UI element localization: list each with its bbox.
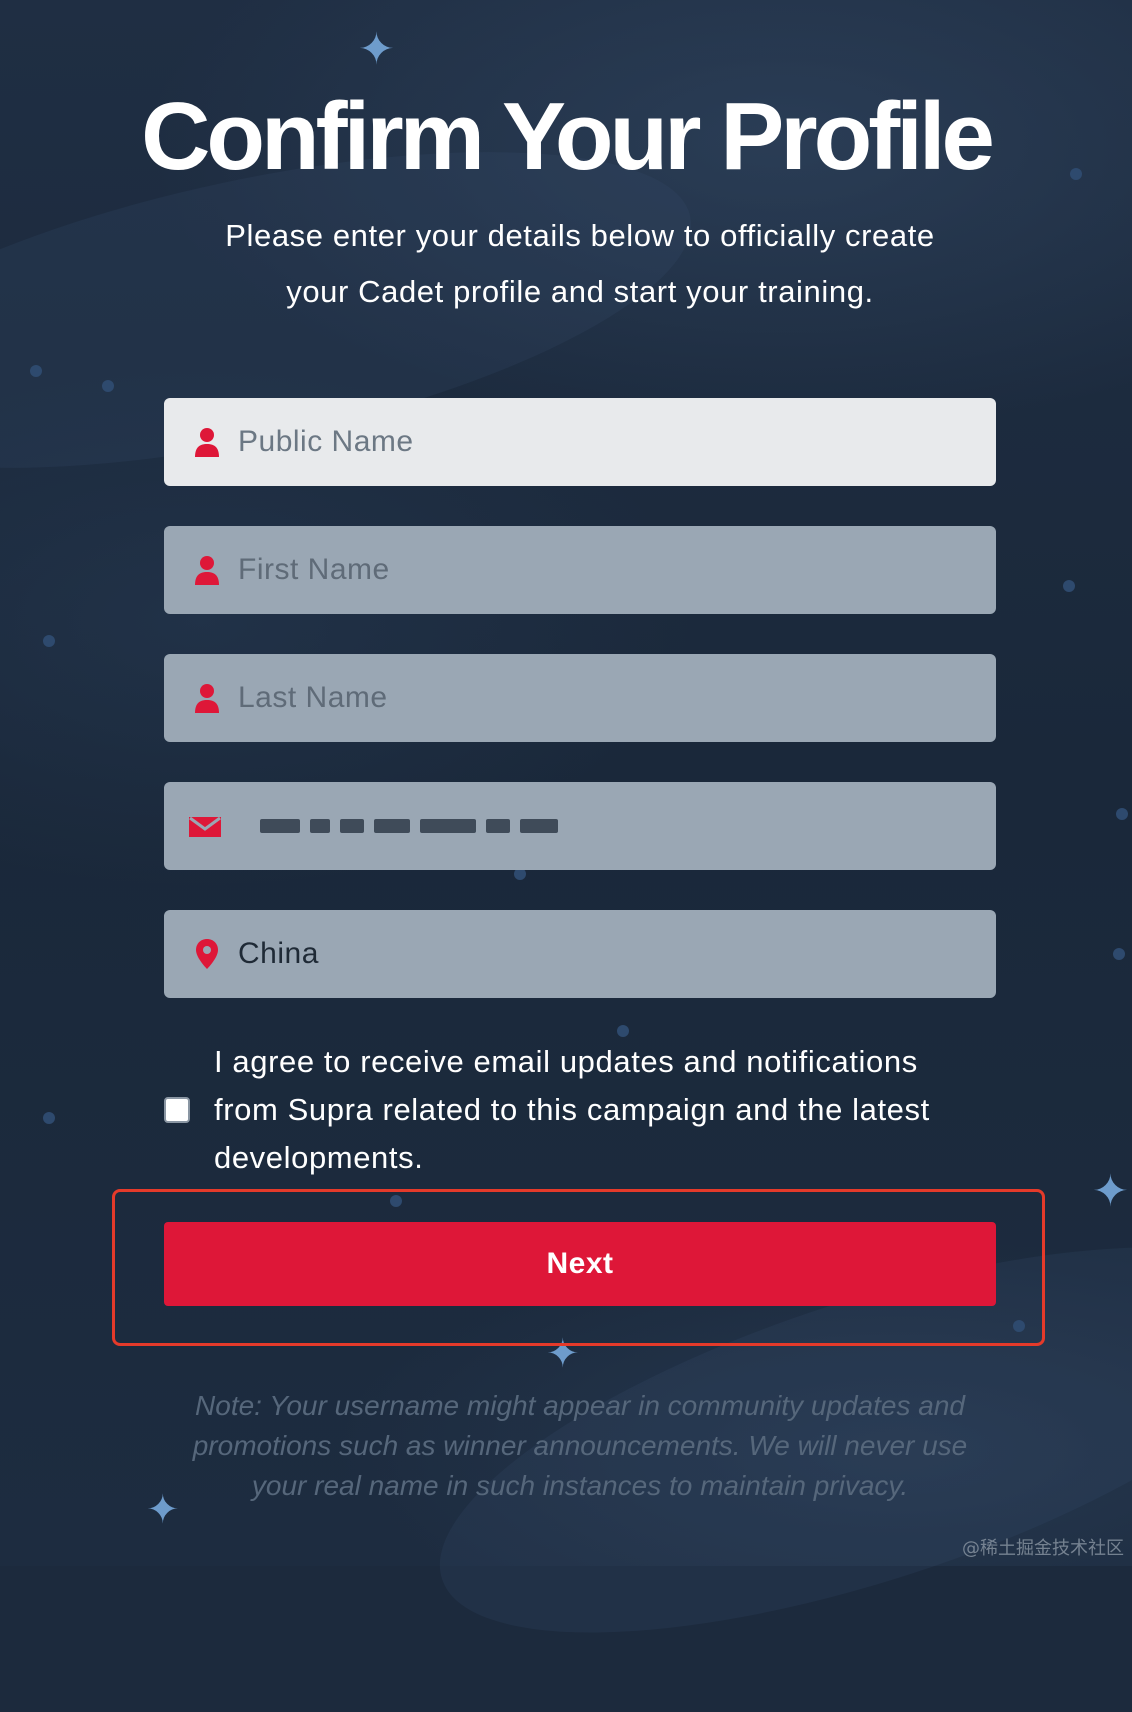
star-dot	[102, 380, 114, 392]
star-dot	[43, 635, 55, 647]
subtitle-line: Please enter your details below to offic…	[225, 218, 935, 253]
consent-line: from Supra related to this campaign and …	[214, 1092, 930, 1127]
sparkle-icon: ✦	[358, 24, 395, 75]
last-name-field[interactable]	[164, 654, 996, 742]
page-title: Confirm Your Profile	[141, 83, 995, 190]
sparkle-icon: ✦	[1092, 1166, 1129, 1217]
star-dot	[1063, 580, 1075, 592]
consent-checkbox[interactable]	[164, 1097, 190, 1123]
email-value-redacted	[260, 816, 558, 836]
user-icon	[195, 684, 219, 713]
country-field[interactable]	[164, 910, 996, 998]
star-dot	[1113, 948, 1125, 960]
note-line: Note: Your username might appear in comm…	[195, 1390, 965, 1421]
watermark: @稀土掘金技术社区	[962, 1538, 1124, 1559]
public-name-input[interactable]	[238, 398, 968, 486]
email-field[interactable]	[164, 782, 996, 870]
consent-line: I agree to receive email updates and not…	[214, 1044, 918, 1079]
map-pin-icon	[196, 939, 218, 969]
consent-line: developments.	[214, 1140, 424, 1175]
envelope-icon	[189, 816, 221, 837]
note-line: your real name in such instances to main…	[251, 1470, 909, 1501]
star-dot	[1116, 808, 1128, 820]
note-line: promotions such as winner announcements.…	[192, 1430, 968, 1461]
star-dot	[30, 365, 42, 377]
page-subtitle: Please enter your details below to offic…	[170, 208, 990, 320]
star-dot	[617, 1025, 629, 1037]
consent-label[interactable]: I agree to receive email updates and not…	[214, 1038, 1004, 1182]
star-dot	[43, 1112, 55, 1124]
next-button[interactable]: Next	[164, 1222, 996, 1306]
last-name-input[interactable]	[238, 654, 968, 742]
user-icon	[195, 556, 219, 585]
first-name-input[interactable]	[238, 526, 968, 614]
public-name-field[interactable]	[164, 398, 996, 486]
user-icon	[195, 428, 219, 457]
privacy-note: Note: Your username might appear in comm…	[160, 1386, 1000, 1506]
subtitle-line: your Cadet profile and start your traini…	[286, 274, 874, 309]
first-name-field[interactable]	[164, 526, 996, 614]
country-input[interactable]	[238, 910, 968, 998]
